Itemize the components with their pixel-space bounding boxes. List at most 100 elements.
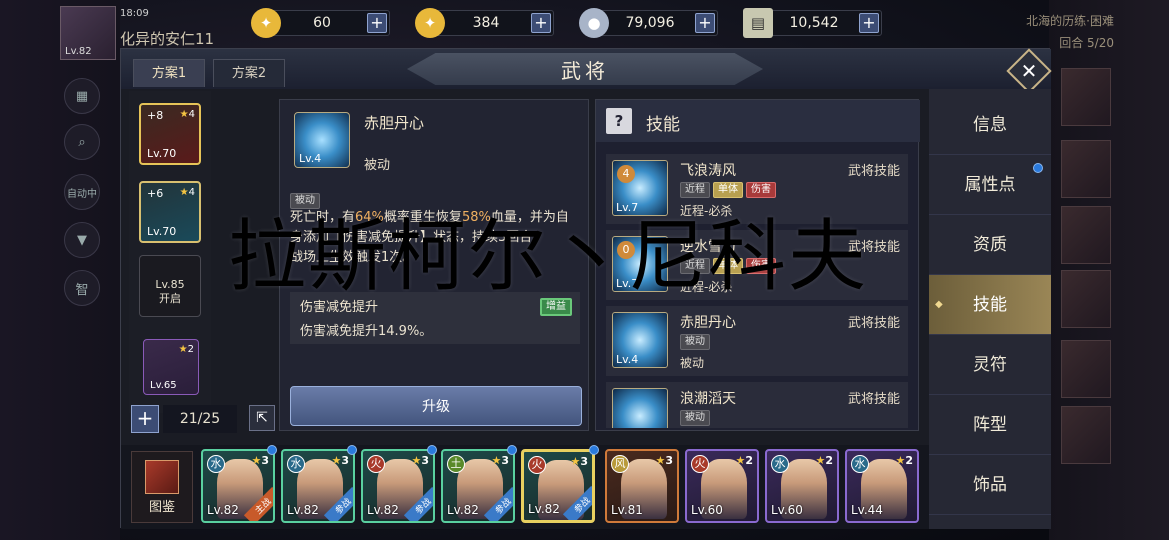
slot-stars: ★2 [179, 344, 194, 355]
star-icon: ★ [251, 454, 262, 467]
speed-icon[interactable]: ▼ [64, 222, 100, 258]
hero-card[interactable]: 水 ★3 Lv.82 参战 [281, 449, 355, 523]
resource-value: 10,542 [789, 15, 839, 31]
nav-skills[interactable]: 技能 [929, 275, 1051, 335]
skill-tag: 被动 [680, 410, 710, 426]
nav-accessories[interactable]: 饰品 [929, 455, 1051, 515]
resource-scroll: ▤ 10,542 + [743, 8, 882, 38]
hero-card[interactable]: 火 ★2 Lv.60 [685, 449, 759, 523]
help-icon[interactable]: ? [606, 108, 632, 134]
star-count: 3 [501, 454, 509, 467]
slot-stars: ★4 [180, 109, 195, 120]
hero-card[interactable]: 水 ★2 Lv.60 [765, 449, 839, 523]
grid-menu-icon[interactable]: ▦ [64, 78, 100, 114]
hero-level: Lv.82 [447, 503, 479, 517]
hero-stars: ★3 [491, 454, 509, 467]
scheme-slot[interactable]: ★2 Lv.65 [143, 339, 199, 395]
star-icon: ★ [178, 344, 188, 355]
add-scroll-button[interactable]: + [859, 13, 879, 33]
skill-tag: 被动 [290, 188, 320, 209]
element-badge: 风 [611, 455, 629, 473]
nav-formation[interactable]: 阵型 [929, 395, 1051, 455]
resource-value: 79,096 [625, 15, 675, 31]
skill-icon: Lv.4 [294, 112, 350, 168]
element-badge: 水 [771, 455, 789, 473]
codex-button[interactable]: 图鉴 [131, 451, 193, 523]
enemy-portrait [1061, 270, 1111, 328]
hero-level: Lv.82 [207, 503, 239, 517]
hero-level: Lv.82 [528, 502, 560, 516]
wisdom-button[interactable]: 智 [64, 270, 100, 306]
tab-scheme-1[interactable]: 方案1 [133, 59, 205, 87]
side-nav: 信息 属性点 资质 技能 灵符 阵型 饰品 [929, 89, 1051, 529]
star-icon: ★ [179, 187, 189, 198]
skill-row[interactable]: 浪潮滔天 武将技能 被动 [606, 382, 908, 428]
battle-stage: 北海的历练·困难 [1026, 14, 1114, 28]
hero-stars: ★2 [815, 454, 833, 467]
share-icon[interactable]: ⇱ [249, 405, 275, 431]
auto-battle-button[interactable]: 自动中 [64, 174, 100, 210]
add-gold-button[interactable]: + [367, 13, 387, 33]
skill-name: 浪潮滔天 [680, 391, 736, 407]
skill-name: 飞浪涛风 [680, 163, 736, 179]
scheme-slot[interactable]: +8 ★4 Lv.70 [139, 103, 201, 165]
resource-bar: ✦ 60 + ✦ 384 + ● 79,096 + ▤ 10,542 + [251, 8, 882, 40]
locked-slot[interactable]: Lv.85 开启 [139, 255, 201, 317]
notification-dot [267, 445, 277, 455]
hero-card[interactable]: 土 ★3 Lv.82 参战 [441, 449, 515, 523]
add-silver-button[interactable]: + [695, 13, 715, 33]
nav-attribute-points[interactable]: 属性点 [929, 155, 1051, 215]
locked-level: Lv.85 [155, 278, 185, 291]
skill-type: 武将技能 [847, 392, 900, 407]
hero-card[interactable]: 风 ★3 Lv.81 [605, 449, 679, 523]
scheme-slots: +8 ★4 Lv.70 +6 ★4 Lv.70 Lv.85 开启 ★2 Lv.6… [129, 91, 211, 413]
skill-tag: 被动 [680, 334, 710, 350]
star-count: 3 [341, 454, 349, 467]
element-badge: 水 [207, 455, 225, 473]
skill-icon: Lv.4 [612, 312, 668, 368]
hero-card[interactable]: 火 ★3 Lv.82 参战 [361, 449, 435, 523]
star-count: 2 [745, 454, 753, 467]
skill-icon: 4 Lv.7 [612, 160, 668, 216]
player-name: 化异的安仁11 [120, 30, 215, 48]
skill-row[interactable]: Lv.4 赤胆丹心 武将技能 被动 被动 [606, 306, 908, 376]
hero-card[interactable]: 水 ★2 Lv.44 [845, 449, 919, 523]
skill-level: Lv.4 [616, 353, 639, 366]
star-icon: ★ [179, 109, 189, 120]
clock: 18:09 [120, 8, 149, 19]
nav-aptitude[interactable]: 资质 [929, 215, 1051, 275]
add-slot-button[interactable]: + [131, 405, 159, 433]
buff-desc: 伤害减免提升14.9%。 [300, 324, 433, 339]
add-coin-button[interactable]: + [531, 13, 551, 33]
slot-count: 21/25 [163, 405, 237, 433]
nav-talisman[interactable]: 灵符 [929, 335, 1051, 395]
hero-stars: ★3 [655, 454, 673, 467]
cooldown-badge: 4 [617, 165, 635, 183]
element-badge: 火 [691, 455, 709, 473]
hero-card[interactable]: 水 ★3 Lv.82 主战 [201, 449, 275, 523]
slot-counter: + 21/25 [131, 405, 247, 433]
star-icon: ★ [895, 454, 906, 467]
tab-scheme-2[interactable]: 方案2 [213, 59, 285, 87]
nav-info[interactable]: 信息 [929, 95, 1051, 155]
hero-level: Lv.82 [367, 503, 399, 517]
skill-tags: 被动 [680, 334, 710, 350]
star-count: 4 [188, 187, 195, 198]
hero-card-selected[interactable]: 火 ★3 Lv.82 参战 [521, 449, 595, 523]
player-level: Lv.82 [65, 46, 92, 57]
close-button[interactable]: ✕ [1006, 48, 1052, 94]
tag-passive: 被动 [290, 193, 320, 209]
scheme-slot[interactable]: +6 ★4 Lv.70 [139, 181, 201, 243]
slot-level: Lv.65 [150, 380, 177, 391]
notification-dot [1033, 163, 1043, 173]
enemy-portrait [1061, 406, 1111, 464]
close-icon[interactable]: ✕ [1015, 57, 1043, 85]
notification-dot [427, 445, 437, 455]
upgrade-button[interactable]: 升级 [290, 386, 582, 426]
slot-level: Lv.70 [147, 225, 177, 238]
star-icon: ★ [735, 454, 746, 467]
skill-tags: 近程 单体 伤害 [680, 182, 776, 198]
search-icon[interactable]: ⌕ [64, 124, 100, 160]
star-icon: ★ [491, 454, 502, 467]
skill-level: Lv.4 [299, 152, 322, 165]
